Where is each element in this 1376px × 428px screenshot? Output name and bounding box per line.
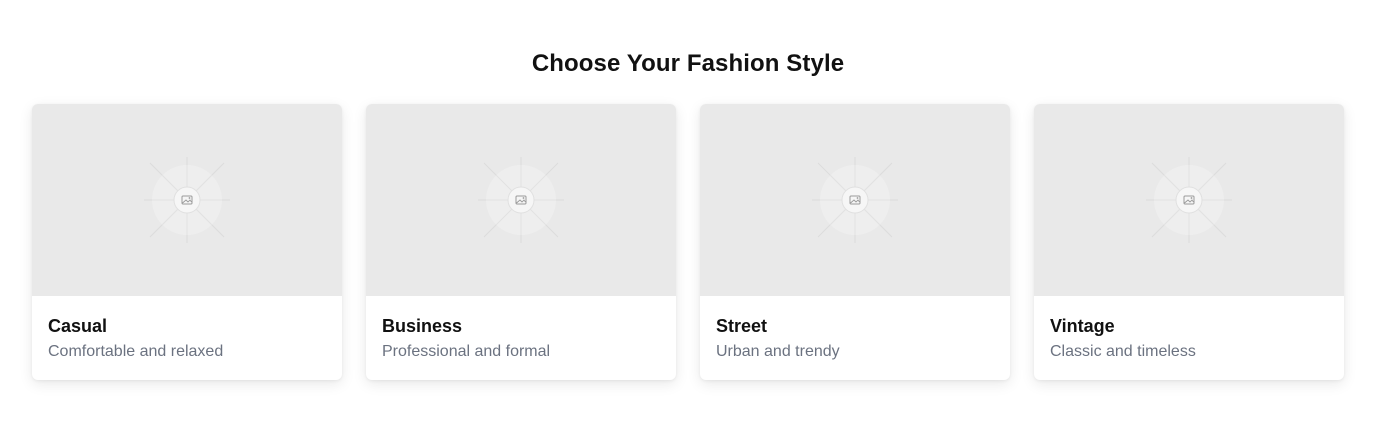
style-card-grid: Casual Comfortable and relaxed Business … [32,104,1344,380]
card-title: Business [382,316,463,336]
card-image-placeholder [1034,104,1344,296]
card-title: Vintage [1050,316,1115,336]
card-description: Urban and trendy [716,343,840,360]
card-description: Professional and formal [382,343,551,360]
style-card-vintage[interactable]: Vintage Classic and timeless [1034,104,1344,380]
style-card-casual[interactable]: Casual Comfortable and relaxed [32,104,342,380]
card-image-placeholder [32,104,342,296]
image-placeholder-icon [1146,157,1232,243]
image-placeholder-icon [812,157,898,243]
card-image-placeholder [366,104,676,296]
card-title: Street [716,316,768,336]
card-body: Casual Comfortable and relaxed [32,296,342,362]
image-placeholder-icon [478,157,564,243]
style-card-business[interactable]: Business Professional and formal [366,104,676,380]
card-description: Classic and timeless [1050,343,1196,360]
card-body: Business Professional and formal [366,296,676,362]
card-description: Comfortable and relaxed [48,343,224,360]
page-title: Choose Your Fashion Style [531,50,845,77]
fashion-style-page: Choose Your Fashion Style Casual Comfort… [0,0,1376,428]
card-body: Vintage Classic and timeless [1034,296,1344,362]
card-body: Street Urban and trendy [700,296,1010,362]
image-placeholder-icon [144,157,230,243]
style-card-street[interactable]: Street Urban and trendy [700,104,1010,380]
card-image-placeholder [700,104,1010,296]
card-title: Casual [48,316,108,336]
